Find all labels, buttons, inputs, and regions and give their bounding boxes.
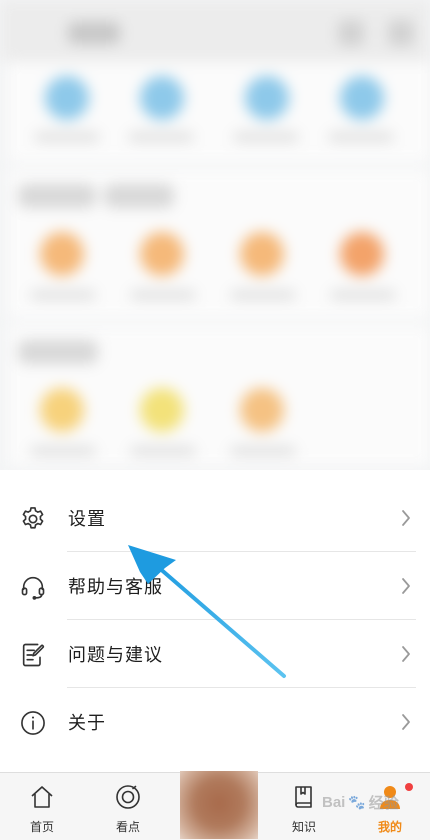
blurred-icon [340, 232, 384, 276]
menu-item-feedback[interactable]: 问题与建议 [0, 620, 430, 688]
profile-icon [380, 786, 400, 809]
blurred-label [30, 446, 96, 456]
gear-icon [18, 504, 48, 534]
menu-item-help-support[interactable]: 帮助与客服 [0, 552, 430, 620]
tab-label: 知识 [291, 820, 316, 834]
blurred-icon [240, 232, 284, 276]
blurred-icon [140, 232, 184, 276]
blurred-title [68, 22, 120, 44]
tab-label: 首页 [29, 820, 54, 834]
chevron-right-icon [402, 510, 410, 526]
settings-menu-list: 设置 帮助与客服 问题与建议 关于 [0, 484, 430, 756]
blurred-heading [104, 184, 174, 208]
info-icon [18, 708, 48, 738]
blurred-label [30, 290, 96, 300]
tab-explore[interactable]: 看点 [96, 773, 160, 840]
tab-knowledge[interactable]: 知识 [272, 773, 336, 840]
book-icon [295, 786, 312, 808]
tab-center-avatar[interactable] [180, 771, 258, 839]
blurred-label [130, 446, 196, 456]
menu-item-label: 帮助与客服 [68, 577, 163, 597]
home-icon [31, 786, 53, 808]
tab-label: 我的 [377, 820, 402, 834]
avatar [180, 771, 258, 839]
blurred-icon [140, 388, 184, 432]
tab-mine[interactable]: 我的 [358, 773, 422, 840]
blurred-label [330, 290, 396, 300]
chevron-right-icon [402, 578, 410, 594]
blurred-top-button [338, 20, 364, 46]
menu-item-label: 关于 [68, 713, 106, 733]
blurred-label [233, 132, 299, 142]
blurred-content-area [0, 0, 430, 470]
menu-item-label: 设置 [68, 509, 106, 529]
feedback-edit-icon [18, 640, 48, 670]
explore-icon [116, 785, 140, 809]
blurred-icon [45, 76, 89, 120]
blurred-label [328, 132, 394, 142]
blurred-label [34, 132, 100, 142]
blurred-icon [240, 388, 284, 432]
tab-home[interactable]: 首页 [10, 773, 74, 840]
blurred-icon [140, 76, 184, 120]
blurred-icon [340, 76, 384, 120]
blurred-heading [18, 340, 98, 364]
blurred-top-button [388, 20, 414, 46]
blurred-icon [245, 76, 289, 120]
headset-icon [18, 572, 48, 602]
menu-item-label: 问题与建议 [68, 645, 163, 665]
blurred-icon [40, 388, 84, 432]
blurred-label [128, 132, 194, 142]
blurred-top-bar [0, 0, 430, 62]
tab-label: 看点 [115, 820, 140, 834]
blurred-heading [18, 184, 96, 208]
menu-item-about[interactable]: 关于 [0, 688, 430, 756]
blurred-label [230, 446, 296, 456]
blurred-icon [40, 232, 84, 276]
blurred-label [130, 290, 196, 300]
chevron-right-icon [402, 714, 410, 730]
notification-badge [405, 783, 413, 791]
blurred-label [230, 290, 296, 300]
menu-item-settings[interactable]: 设置 [0, 484, 430, 552]
chevron-right-icon [402, 646, 410, 662]
